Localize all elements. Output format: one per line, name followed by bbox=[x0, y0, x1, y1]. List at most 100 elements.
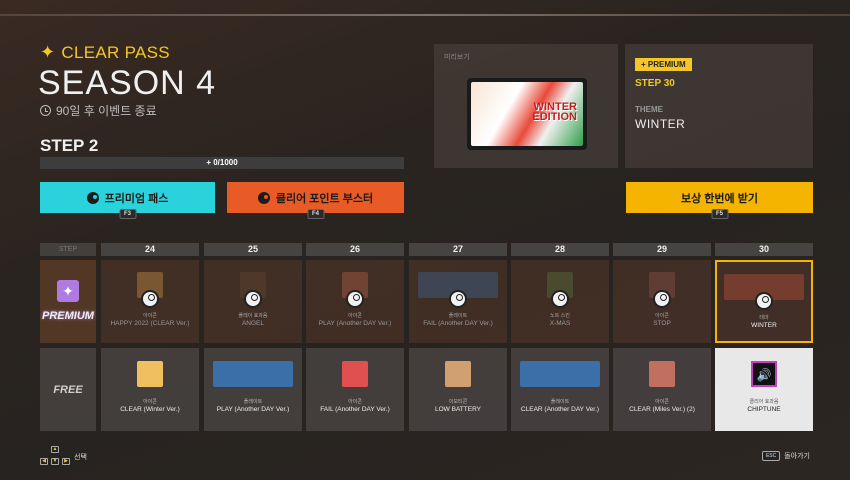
premium-reward-cell[interactable]: 테마 WINTER bbox=[715, 260, 813, 343]
reward-thumbnail bbox=[520, 361, 600, 387]
free-row-label: FREE bbox=[40, 348, 96, 431]
steam-icon bbox=[257, 191, 270, 204]
reward-type: 클리어 효과음 bbox=[749, 399, 779, 405]
remaining-time: 90일 후 이벤트 종료 bbox=[40, 102, 157, 119]
pass-title-text: CLEAR PASS bbox=[61, 42, 170, 62]
progress-text: + 0/1000 bbox=[206, 158, 238, 167]
reward-name: FAIL (Another DAY Ver.) bbox=[423, 320, 493, 327]
back-hint[interactable]: ESC 돌아가기 bbox=[761, 451, 810, 461]
premium-reward-cell[interactable]: 노트 스킨 X-MAS bbox=[511, 260, 609, 343]
step-progress-bar: + 0/1000 bbox=[40, 157, 404, 169]
step-header: STEP bbox=[40, 243, 96, 256]
speaker-icon: 🔊 bbox=[751, 361, 777, 387]
reward-type: 아이콘 bbox=[143, 313, 157, 319]
season-title: SEASON 4 bbox=[38, 64, 217, 102]
lock-icon bbox=[141, 290, 159, 308]
reward-type: 이모티콘 bbox=[448, 399, 468, 405]
reward-type: 노트 스킨 bbox=[550, 313, 570, 319]
premium-reward-cell[interactable]: 플레이 효과음 ANGEL bbox=[204, 260, 302, 343]
reward-name: PLAY (Another DAY Ver.) bbox=[318, 320, 392, 327]
column-header: 29 bbox=[613, 243, 711, 256]
preview-panel: 미리보기 WINTER EDITION bbox=[434, 44, 618, 168]
lock-icon bbox=[244, 290, 262, 308]
reward-type: 아이콘 bbox=[655, 313, 669, 319]
free-reward-cell[interactable]: 🔊 클리어 효과음 CHIPTUNE bbox=[715, 348, 813, 431]
reward-thumbnail bbox=[213, 361, 293, 387]
select-hint-text: 선택 bbox=[74, 454, 87, 461]
free-reward-cell[interactable]: 이모티콘 LOW BATTERY bbox=[409, 348, 507, 431]
premium-reward-cell[interactable]: 아이콘 PLAY (Another DAY Ver.) bbox=[306, 260, 404, 343]
free-reward-cell[interactable]: 플레이트 PLAY (Another DAY Ver.) bbox=[204, 348, 302, 431]
free-reward-cell[interactable]: 아이콘 CLEAR (Miles Ver.) (2) bbox=[613, 348, 711, 431]
reward-thumbnail bbox=[445, 361, 471, 387]
key-hint-f3: F3 bbox=[118, 209, 137, 219]
reward-name: LOW BATTERY bbox=[435, 406, 481, 413]
reward-name: WINTER bbox=[751, 322, 777, 329]
sparkle-icon: ✦ bbox=[40, 42, 56, 62]
reward-thumbnail bbox=[137, 361, 163, 387]
reward-info-panel: + PREMIUM STEP 30 THEME WINTER bbox=[625, 44, 813, 168]
reward-type: 아이콘 bbox=[655, 399, 669, 405]
free-reward-cell[interactable]: 아이콘 CLEAR (Winter Ver.) bbox=[101, 348, 199, 431]
column-header: 27 bbox=[409, 243, 507, 256]
column-header: 30 bbox=[715, 243, 813, 256]
premium-reward-cell[interactable]: 아이콘 STOP bbox=[613, 260, 711, 343]
dpad-icon: ▲ ◀ ▼ ▶ bbox=[40, 446, 70, 468]
reward-name: PLAY (Another DAY Ver.) bbox=[216, 406, 290, 413]
premium-reward-cell[interactable]: 아이콘 HAPPY 2022 (CLEAR Ver.) bbox=[101, 260, 199, 343]
top-divider bbox=[0, 14, 850, 16]
premium-reward-cell[interactable]: 플레이트 FAIL (Another DAY Ver.) bbox=[409, 260, 507, 343]
preview-image: WINTER EDITION bbox=[467, 78, 587, 150]
current-step: STEP 2 bbox=[40, 136, 99, 155]
reward-name: CLEAR (Another DAY Ver.) bbox=[520, 406, 600, 413]
lock-icon bbox=[346, 290, 364, 308]
lock-icon bbox=[449, 290, 467, 308]
reward-name: HAPPY 2022 (CLEAR Ver.) bbox=[110, 320, 190, 327]
reward-name: CLEAR (Winter Ver.) bbox=[120, 406, 180, 413]
pass-title: ✦ CLEAR PASS bbox=[40, 42, 170, 63]
back-hint-text: 돌아가기 bbox=[784, 453, 810, 460]
free-row-text: FREE bbox=[53, 384, 83, 396]
premium-row-text: PREMIUM bbox=[42, 310, 94, 322]
reward-name: CHIPTUNE bbox=[747, 406, 781, 413]
reward-name: STOP bbox=[653, 320, 671, 327]
theme-value: WINTER bbox=[635, 117, 686, 131]
booster-label: 클리어 포인트 부스터 bbox=[275, 192, 374, 205]
reward-thumbnail bbox=[342, 361, 368, 387]
info-step: STEP 30 bbox=[635, 78, 675, 89]
free-reward-cell[interactable]: 플레이트 CLEAR (Another DAY Ver.) bbox=[511, 348, 609, 431]
select-hint: ▲ ◀ ▼ ▶ 선택 bbox=[40, 446, 87, 468]
steam-icon bbox=[86, 191, 99, 204]
premium-tag: + PREMIUM bbox=[635, 58, 692, 71]
winter-edition-art: WINTER EDITION bbox=[471, 82, 583, 146]
reward-type: 아이콘 bbox=[143, 399, 157, 405]
reward-type: 테마 bbox=[759, 315, 769, 321]
theme-label: THEME bbox=[635, 105, 663, 114]
preview-label: 미리보기 bbox=[444, 54, 470, 61]
reward-name: FAIL (Another DAY Ver.) bbox=[320, 406, 390, 413]
column-header: 24 bbox=[101, 243, 199, 256]
premium-row-label: ✦ PREMIUM bbox=[40, 260, 96, 343]
booster-button[interactable]: 클리어 포인트 부스터 F4 bbox=[227, 182, 404, 219]
premium-pass-button[interactable]: 프리미엄 패스 F3 bbox=[40, 182, 215, 219]
art-text-edition: EDITION bbox=[532, 111, 577, 123]
column-header: 26 bbox=[306, 243, 404, 256]
column-header: 25 bbox=[204, 243, 302, 256]
reward-type: 아이콘 bbox=[348, 399, 362, 405]
remaining-time-text: 90일 후 이벤트 종료 bbox=[56, 104, 157, 118]
claim-all-button[interactable]: 보상 한번에 받기 F5 bbox=[626, 182, 813, 219]
reward-type: 플레이트 bbox=[550, 399, 570, 405]
key-hint-f5: F5 bbox=[710, 209, 729, 219]
reward-type: 아이콘 bbox=[348, 313, 362, 319]
reward-name: CLEAR (Miles Ver.) (2) bbox=[629, 406, 695, 413]
free-reward-cell[interactable]: 아이콘 FAIL (Another DAY Ver.) bbox=[306, 348, 404, 431]
reward-name: ANGEL bbox=[241, 320, 265, 327]
reward-type: 플레이트 bbox=[448, 313, 468, 319]
clock-icon bbox=[40, 105, 51, 116]
lock-icon bbox=[653, 290, 671, 308]
reward-thumbnail: 🔊 bbox=[751, 361, 777, 387]
claim-all-label: 보상 한번에 받기 bbox=[681, 192, 758, 205]
lock-icon bbox=[755, 292, 773, 310]
column-header: 28 bbox=[511, 243, 609, 256]
premium-sparkle-icon: ✦ bbox=[57, 280, 79, 302]
